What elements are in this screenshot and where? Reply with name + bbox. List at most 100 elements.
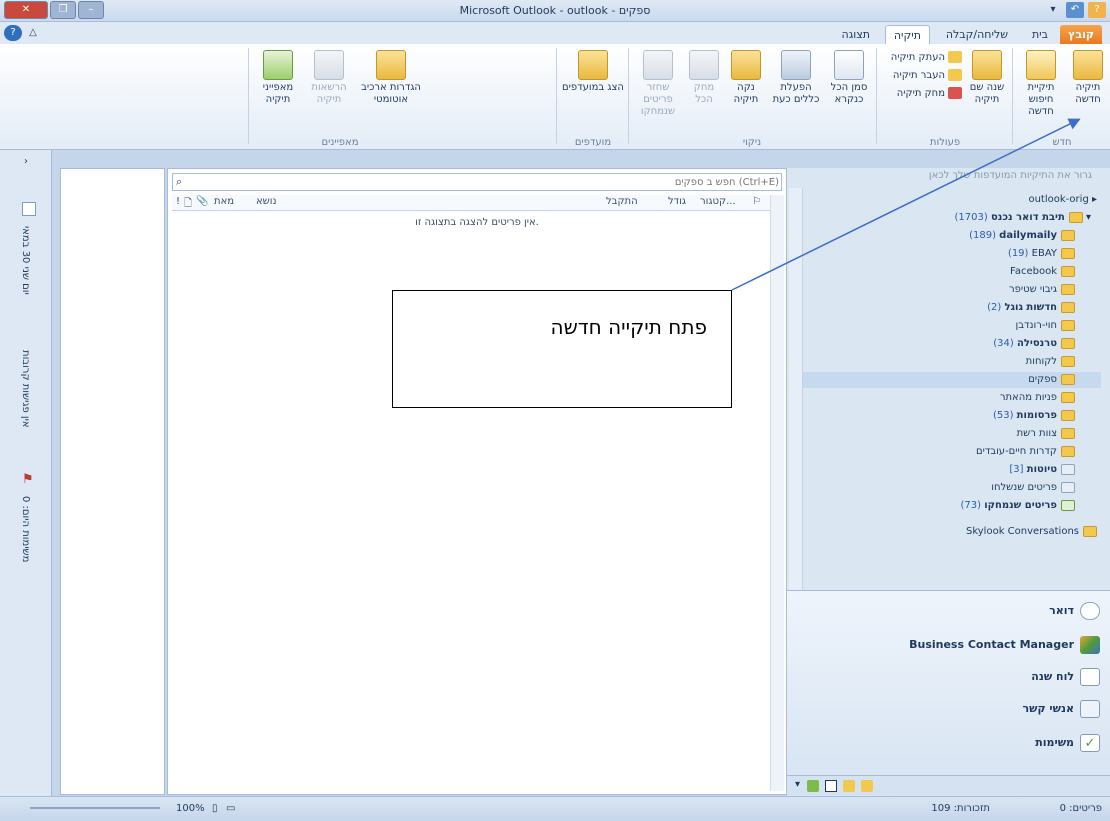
new-folder-button[interactable]: תיקיה חדשה: [1068, 50, 1108, 106]
folder-icon: [1061, 445, 1075, 457]
column-subject[interactable]: נושא: [256, 196, 277, 207]
group-label-properties: מאפיינים: [321, 137, 359, 148]
view-normal-icon[interactable]: ▯: [212, 803, 218, 814]
nav-calendar-label: לוח שנה: [1031, 670, 1074, 683]
help-icon[interactable]: ?: [1088, 2, 1106, 18]
nav-contacts-button[interactable]: אנשי קשר: [1023, 695, 1100, 723]
rename-folder-button[interactable]: שנה שם תיקיה: [966, 50, 1008, 106]
nav-contacts-label: אנשי קשר: [1022, 702, 1074, 715]
appointments-text[interactable]: אין פגישות קרובות: [20, 350, 31, 428]
folder-item[interactable]: (1703) תיבת דואר נכנס ▾: [955, 210, 1091, 226]
folder-item[interactable]: קדרות חיים-עובדים: [976, 444, 1075, 460]
delete-all-button[interactable]: מחק הכל: [686, 50, 722, 106]
folder-item[interactable]: פריטים שנשלחו: [991, 480, 1075, 496]
nav-mail-button[interactable]: דואר: [1049, 597, 1100, 625]
delete-folder-button[interactable]: מחק תיקיה: [880, 86, 962, 102]
zoom-level[interactable]: 100%: [176, 803, 205, 814]
message-list-scrollbar[interactable]: [770, 195, 784, 791]
folder-item[interactable]: (189) dailymaily: [969, 228, 1075, 244]
folder-item[interactable]: לקוחות: [1026, 354, 1075, 370]
folder-icon: [1061, 355, 1075, 367]
column-icon[interactable]: 🗋: [184, 196, 192, 213]
folder-item[interactable]: Skylook Conversations: [966, 524, 1097, 540]
nav-tasks-button[interactable]: משימות ✓: [1035, 729, 1100, 757]
folder-item[interactable]: (34) טרנסילה: [993, 336, 1075, 352]
tab-folder[interactable]: תיקיה: [884, 25, 930, 44]
folder-item[interactable]: Facebook: [1010, 264, 1075, 280]
folder-item-selected[interactable]: ספקים: [803, 372, 1101, 388]
mark-all-read-button[interactable]: סמן הכל כנקרא: [826, 50, 872, 106]
notes-icon[interactable]: [807, 780, 819, 792]
send-receive-icon[interactable]: ▾: [1044, 2, 1062, 18]
nav-bcm-button[interactable]: Business Contact Manager: [909, 631, 1100, 659]
folder-icon: [1061, 247, 1075, 259]
todo-bar-minimized: › יום שני 30 במאי אין פגישות קרובות ⚑ מש…: [0, 150, 52, 796]
reading-pane: [60, 168, 165, 795]
reminders-count[interactable]: תזכורות: 109: [931, 803, 990, 814]
column-from[interactable]: מאת: [214, 196, 234, 207]
tasks-checkmark-icon: ✓: [1080, 734, 1100, 752]
autoarchive-settings-button[interactable]: הגדרות ארכיב אוטומטי: [356, 50, 426, 106]
help-circle-icon[interactable]: ?: [4, 25, 22, 41]
folder-icon: [1061, 391, 1075, 403]
favorites-header: גרור את התיקיות המועדפות שלך לכאן: [928, 170, 1092, 181]
nav-small-icons: ▾: [787, 775, 1110, 795]
undo-icon[interactable]: ↶: [1066, 2, 1084, 18]
column-importance[interactable]: !: [176, 196, 180, 207]
folder-properties-button[interactable]: מאפייני תיקיה: [254, 50, 302, 106]
folder-item[interactable]: פניות מהאתר: [1000, 390, 1075, 406]
expand-arrow-icon[interactable]: ›: [24, 156, 28, 167]
folder-item[interactable]: חוי-רונדבן: [1016, 318, 1075, 334]
new-search-folder-button[interactable]: תיקיית חיפוש חדשה: [1016, 50, 1066, 118]
clean-up-folder-button[interactable]: נקה תיקיה: [724, 50, 768, 106]
search-icon[interactable]: ⌕: [176, 175, 182, 189]
folder-item[interactable]: צוות רשת: [1017, 426, 1075, 442]
shortcuts-icon[interactable]: [843, 780, 855, 792]
show-in-favorites-button[interactable]: הצג במועדפים: [562, 50, 624, 94]
minimize-ribbon-icon[interactable]: △: [24, 25, 42, 41]
group-separator: [556, 48, 557, 144]
search-input[interactable]: [193, 175, 779, 189]
tab-view[interactable]: תצוגה: [834, 25, 878, 44]
folder-root[interactable]: outlook-orig ▸: [1028, 192, 1097, 208]
folder-item[interactable]: (19) EBAY: [1008, 246, 1075, 262]
folder-permissions-button[interactable]: הרשאות תיקיה: [304, 50, 354, 106]
folder-tree-scrollbar[interactable]: [789, 188, 803, 598]
journal-icon[interactable]: [861, 780, 873, 792]
rename-folder-label: שנה שם תיקיה: [969, 82, 1005, 105]
recover-deleted-button[interactable]: שחזר פריטים שנמחקו: [632, 50, 684, 118]
folder-item[interactable]: (73) פריטים שנמחקו: [961, 498, 1075, 514]
nav-calendar-button[interactable]: לוח שנה: [1031, 663, 1100, 691]
tab-home[interactable]: בית: [1024, 25, 1056, 44]
search-box[interactable]: ⌕: [172, 173, 782, 191]
flag-icon[interactable]: ⚑: [22, 472, 34, 487]
folder-item[interactable]: (53) פרסומות: [993, 408, 1075, 424]
contacts-icon: [1080, 700, 1100, 718]
column-received[interactable]: התקבל: [606, 196, 638, 207]
column-attachment[interactable]: 📎: [196, 196, 208, 207]
folder-item[interactable]: גיבוי שטיפר: [1009, 282, 1075, 298]
view-reading-icon[interactable]: ▭: [226, 803, 235, 814]
copy-folder-button[interactable]: העתק תיקיה: [880, 50, 962, 66]
folder-icon: [1061, 229, 1075, 241]
run-rules-label: הפעלת כללים כעת: [772, 82, 820, 105]
run-rules-button[interactable]: הפעלת כללים כעת: [770, 50, 822, 106]
tab-send-receive[interactable]: שליחה/קבלה: [938, 25, 1016, 44]
calendar-date-text[interactable]: יום שני 30 במאי: [20, 226, 31, 295]
folder-item[interactable]: [3] טיוטות: [1009, 462, 1075, 478]
column-flag[interactable]: ⚐: [752, 196, 761, 207]
calendar-icon: [1080, 668, 1100, 686]
folder-list-icon[interactable]: [825, 780, 837, 792]
tasks-text[interactable]: משימות היום: 0: [20, 496, 31, 562]
calendar-icon[interactable]: [22, 202, 36, 216]
move-folder-button[interactable]: העבר תיקיה: [880, 68, 962, 84]
group-label-cleanup: ניקוי: [742, 137, 762, 148]
configure-buttons-icon[interactable]: ▾: [795, 779, 800, 790]
column-size[interactable]: גודל: [668, 196, 686, 207]
column-category[interactable]: קטגור...: [700, 196, 736, 207]
tab-file[interactable]: קובץ: [1060, 25, 1102, 44]
mail-icon: [1080, 602, 1100, 620]
zoom-slider[interactable]: [30, 807, 160, 809]
folder-item[interactable]: (2) חדשות גוגל: [987, 300, 1075, 316]
business-contact-manager-icon: [1080, 636, 1100, 654]
